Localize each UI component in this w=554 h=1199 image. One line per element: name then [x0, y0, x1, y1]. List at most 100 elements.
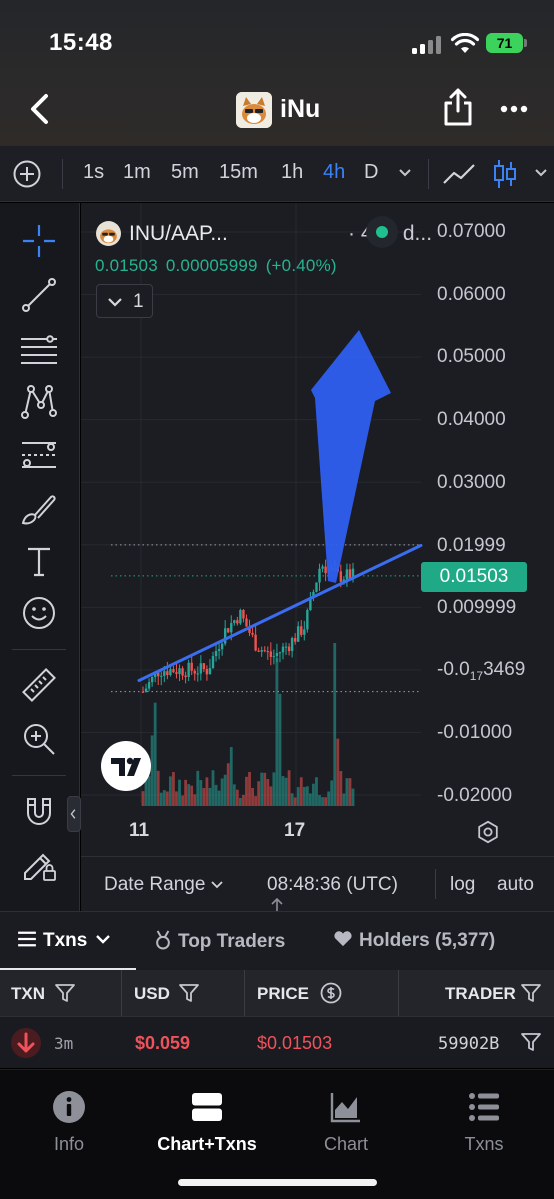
last-price: 0.01503: [95, 256, 158, 275]
pattern-tool-icon[interactable]: [19, 381, 59, 421]
crosshair-icon[interactable]: [19, 221, 59, 261]
timeframe-dropdown-icon[interactable]: [398, 168, 412, 178]
volume-bar: [299, 777, 303, 806]
collapse-toolbar-button[interactable]: [67, 796, 81, 832]
column-usd[interactable]: USD: [122, 970, 245, 1016]
price-axis-label: -0.01000: [437, 722, 513, 743]
candle-body: [239, 609, 242, 624]
time-axis-label: 17: [284, 820, 306, 841]
volume-bar: [175, 791, 178, 806]
timeframe-1d[interactable]: D: [364, 161, 378, 184]
fib-retracement-icon[interactable]: [19, 329, 59, 369]
auto-scale-toggle[interactable]: auto: [497, 874, 534, 896]
column-price-label: PRICE: [257, 984, 309, 1003]
tradingview-logo[interactable]: [101, 741, 151, 791]
forecast-tool-icon[interactable]: [19, 435, 59, 475]
candle-body: [339, 571, 343, 582]
column-price[interactable]: PRICE: [245, 970, 399, 1016]
brush-icon[interactable]: [19, 489, 59, 529]
nav-chart-txns[interactable]: Chart+Txns: [142, 1090, 272, 1154]
date-range-bar: Date Range 08:48:36 (UTC) log auto: [81, 856, 554, 911]
volume-bar: [199, 780, 203, 806]
zoom-in-icon[interactable]: [19, 719, 59, 759]
txn-trader[interactable]: 59902B: [438, 1034, 499, 1054]
candle-body: [306, 610, 309, 630]
back-arrow-icon[interactable]: [26, 92, 54, 126]
currency-toggle-icon[interactable]: [320, 982, 342, 1004]
chart-toolbar: 1s 1m 5m 15m 1h 4h D: [0, 146, 554, 202]
timeframe-1s[interactable]: 1s: [83, 161, 104, 184]
txn-price: $0.01503: [257, 1033, 333, 1053]
nav-info[interactable]: Info: [4, 1090, 134, 1154]
filter-icon[interactable]: [520, 983, 542, 1003]
series-collapse-button[interactable]: 1: [96, 284, 153, 318]
filter-icon[interactable]: [54, 983, 76, 1003]
add-indicator-icon[interactable]: [12, 159, 42, 189]
chart-settings-icon[interactable]: [476, 820, 500, 844]
sell-arrow-icon: [11, 1028, 41, 1058]
volume-bar: [308, 793, 312, 806]
nav-info-label: Info: [53, 1134, 85, 1154]
utc-time[interactable]: 08:48:36 (UTC): [267, 874, 398, 896]
nav-txns[interactable]: Txns: [419, 1090, 549, 1154]
tab-holders[interactable]: Holders (5,377): [333, 930, 495, 952]
lock-drawing-icon[interactable]: [19, 843, 59, 883]
candle-body: [297, 626, 300, 642]
timeframe-15m[interactable]: 15m: [219, 161, 258, 184]
tab-top-traders[interactable]: Top Traders: [154, 930, 285, 953]
tab-txns[interactable]: Txns: [17, 930, 111, 952]
status-time: 15:48: [49, 29, 113, 56]
timeframe-1m[interactable]: 1m: [123, 161, 151, 184]
candle-body: [172, 669, 175, 673]
volume-bar: [214, 784, 218, 806]
chevron-down-icon: [108, 298, 122, 307]
volume-bar: [315, 777, 318, 806]
volume-bar: [178, 779, 181, 806]
log-scale-toggle[interactable]: log: [450, 874, 475, 896]
timeframe-1h[interactable]: 1h: [281, 161, 303, 184]
chart-type-dropdown-icon[interactable]: [534, 168, 548, 178]
nav-chart[interactable]: Chart: [281, 1090, 411, 1154]
line-chart-icon[interactable]: [442, 161, 476, 187]
candlestick-icon[interactable]: [492, 158, 518, 190]
volume-bar: [223, 774, 227, 806]
tool-divider: [12, 775, 66, 776]
share-icon[interactable]: [442, 87, 474, 127]
filter-trader-icon[interactable]: [520, 1032, 542, 1052]
volume-bar: [162, 790, 166, 806]
candle-body: [321, 566, 324, 569]
volume-bar: [193, 794, 197, 806]
transactions-tabs: Txns Top Traders Holders (5,377): [0, 911, 554, 971]
volume-bar: [229, 747, 233, 806]
candle-body: [160, 675, 163, 677]
volume-bar: [220, 778, 224, 806]
candle-body: [315, 582, 318, 592]
column-trader[interactable]: TRADER: [399, 970, 554, 1016]
candle-body: [251, 632, 254, 635]
filter-icon[interactable]: [178, 983, 200, 1003]
ruler-icon[interactable]: [19, 665, 59, 705]
timeframe-5m[interactable]: 5m: [171, 161, 199, 184]
more-options-icon[interactable]: [500, 104, 528, 114]
timeframe-4h[interactable]: 4h: [323, 161, 345, 184]
candle-body: [217, 649, 221, 651]
trend-line-icon[interactable]: [19, 275, 59, 315]
volume-bar: [196, 770, 200, 806]
candle-body: [199, 663, 203, 674]
candle-body: [196, 673, 199, 675]
table-row[interactable]: 3m $0.059 $0.01503 59902B: [0, 1016, 554, 1068]
date-range-button[interactable]: Date Range: [104, 874, 224, 896]
candle-body: [184, 675, 187, 677]
volume-bar: [238, 797, 242, 806]
volume-bar: [208, 787, 212, 806]
candle-body: [290, 638, 294, 652]
emoji-icon[interactable]: [19, 593, 59, 633]
chart-symbol[interactable]: INU/AAP...: [129, 222, 228, 246]
magnet-icon[interactable]: [19, 791, 59, 831]
column-txn[interactable]: TXN: [0, 970, 122, 1016]
text-tool-icon[interactable]: [19, 541, 59, 581]
price-axis-label: -0.02000: [437, 785, 513, 806]
volume-bar: [260, 772, 264, 806]
ohlc-values: 0.01503 0.00005999 (+0.40%): [95, 256, 345, 276]
candle-body: [287, 646, 291, 652]
